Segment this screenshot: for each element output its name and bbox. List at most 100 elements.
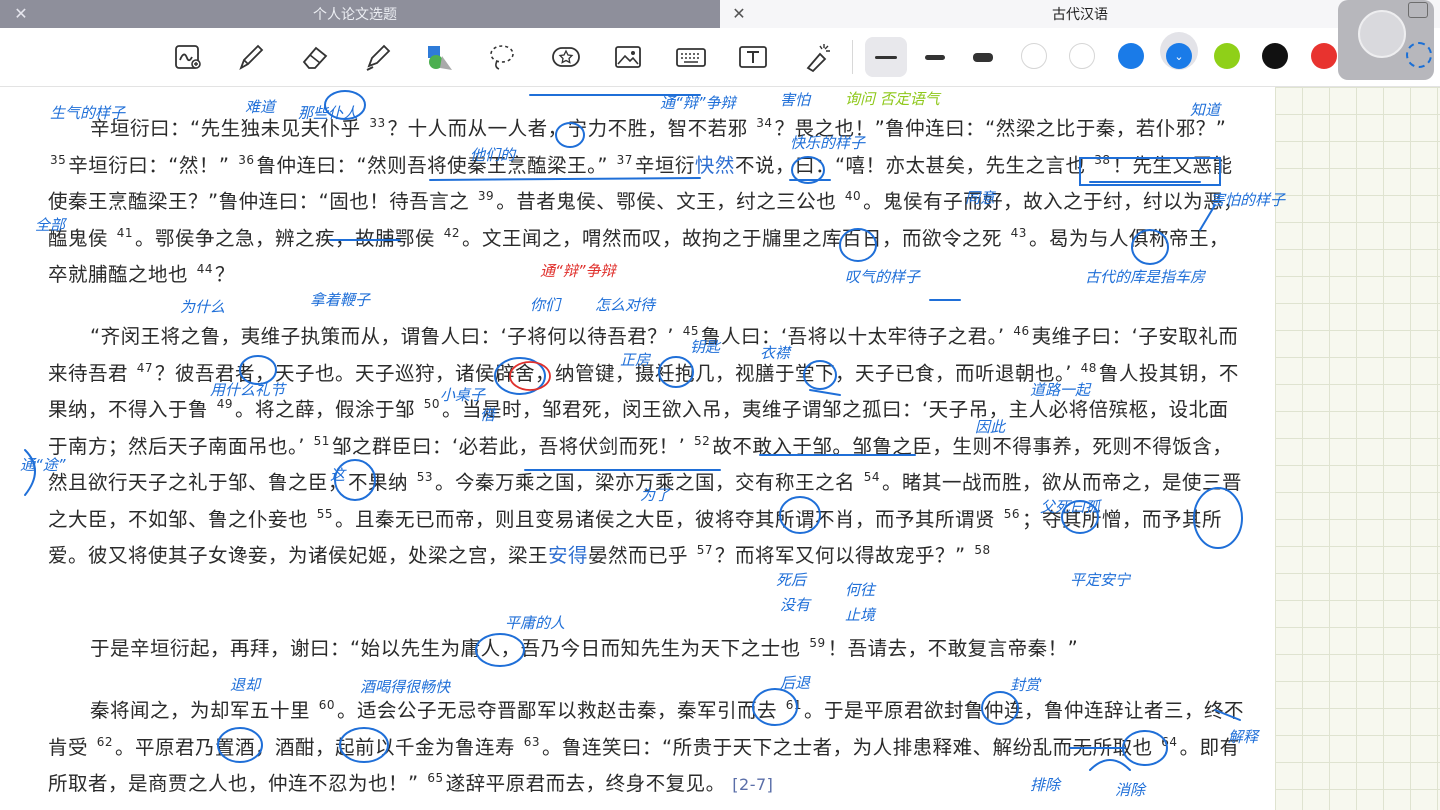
eraser-icon[interactable] <box>295 37 335 77</box>
pen-size-medium[interactable] <box>914 37 956 77</box>
assistive-touch-icon[interactable] <box>1358 10 1406 58</box>
tab-bar: ✕ 个人论文选题 ✕ 古代汉语 <box>0 0 1440 28</box>
color-swatch-blue-selected[interactable]: ⌄ <box>1166 43 1192 69</box>
tab-title: 个人论文选题 <box>313 7 397 23</box>
color-swatch-black[interactable] <box>1262 43 1288 69</box>
footnote-ref[interactable]: 46 <box>1013 324 1029 338</box>
text: 。适会公子无忌夺晋鄙军以救赵击秦，秦军引而去 <box>336 699 784 722</box>
footnote-ref[interactable]: 50 <box>424 397 440 411</box>
paragraph-3: 于是辛垣衍起，再拜，谢曰：“始以先生为庸人，吾乃今日而知先生为天下之士也 59！… <box>48 631 1248 668</box>
footnote-ref[interactable]: 49 <box>217 397 233 411</box>
text: ？十人而从一人者，宁力不胜，智不若邪 <box>387 117 755 140</box>
tab-ancient-chinese[interactable]: ✕ 古代汉语 <box>720 0 1440 28</box>
color-swatch-red[interactable] <box>1311 43 1337 69</box>
image-icon[interactable] <box>608 37 648 77</box>
footnote-ref[interactable]: 52 <box>694 434 710 448</box>
shapes-icon[interactable] <box>419 37 459 77</box>
text: 。且秦无已而帝，则且变易诸侯之大臣，彼将夺其所谓不肖，而予其所谓贤 <box>334 507 1002 531</box>
text: 鲁仲连曰：“然则吾将使秦王烹醢梁王。” <box>256 153 615 177</box>
text: 辛垣衍曰：“然！” <box>68 153 237 177</box>
text: 。将之薛，假涂于邹 <box>234 398 422 421</box>
footnote-ref[interactable]: 43 <box>1011 226 1027 240</box>
text: 不说，曰：“嘻！亦太甚矣，先生之言也 <box>734 153 1093 177</box>
text: 。鄂侯争之急，辨之疾，故脯鄂侯 <box>134 226 442 250</box>
footnote-ref[interactable]: 64 <box>1161 735 1177 749</box>
text: ！吾请去，不敢复言帝秦！” <box>827 637 1079 660</box>
text: “齐闵王将之鲁，夷维子执策而从，谓鲁人曰：‘子将何以待吾君？’ <box>90 325 681 348</box>
text: 晏然而已乎 <box>588 544 695 567</box>
sticker-icon[interactable] <box>546 37 586 77</box>
text: 秦将闻之，为却军五十里 <box>90 699 317 722</box>
text: ？彼吾君者，天子也。天子巡狩，诸侯辟舍，纳管键，摄衽抱几，视膳于堂下，天子已食，… <box>154 361 1079 385</box>
text: 辛垣衍 <box>634 153 695 177</box>
highlighted-word: 安得 <box>548 544 589 567</box>
footnote-ref[interactable]: 35 <box>50 153 66 167</box>
footnote-ref[interactable]: 61 <box>786 698 802 712</box>
paragraph-1: 辛垣衍曰：“先生独未见夫仆乎 33 ？十人而从一人者，宁力不胜，智不若邪 34 ？畏… <box>48 111 1248 294</box>
text: 辛垣衍曰：“先生独未见夫仆乎 <box>90 117 368 140</box>
toolbar-separator <box>852 40 853 74</box>
pen-icon[interactable] <box>231 37 271 77</box>
paragraph-2: “齐闵王将之鲁，夷维子执策而从，谓鲁人曰：‘子将何以待吾君？’ 45 鲁人曰：‘吾… <box>48 319 1248 575</box>
keyboard-icon[interactable] <box>671 37 711 77</box>
color-swatch-blue[interactable] <box>1118 43 1144 69</box>
pen-size-thin[interactable] <box>865 37 907 77</box>
footnote-ref[interactable]: 57 <box>697 543 713 557</box>
lasso-handwriting-icon[interactable] <box>168 37 208 77</box>
text: 鲁人曰：‘吾将以十太牢待子之君。’ <box>700 325 1012 348</box>
text: ？ <box>214 263 235 286</box>
highlighted-word: 快然 <box>694 153 735 177</box>
footnote-ref[interactable]: 53 <box>417 470 433 484</box>
text: 。鲁连笑曰：“所贵于天下之士者，为人排患释难、解纷乱而无所取也 <box>541 735 1160 759</box>
split-view-icon[interactable] <box>1408 2 1428 18</box>
footnote-ref[interactable]: 56 <box>1004 507 1020 521</box>
lasso-icon[interactable] <box>482 37 522 77</box>
color-swatch-white[interactable] <box>1021 43 1047 69</box>
footnote-ref[interactable]: 54 <box>864 470 880 484</box>
text: 遂辞平原君而去，终身不复见。 <box>445 772 733 795</box>
add-color-icon[interactable] <box>1406 42 1432 68</box>
highlighter-icon[interactable] <box>358 37 398 77</box>
footnote-ref[interactable]: 63 <box>524 735 540 749</box>
footnote-ref[interactable]: 40 <box>845 189 861 203</box>
footnote-ref[interactable]: 44 <box>197 262 213 276</box>
footnote-ref[interactable]: 58 <box>974 543 990 557</box>
text: 。昔者鬼侯、鄂侯、文王，纣之三公也 <box>496 190 843 213</box>
footnote-ref[interactable]: 41 <box>117 226 133 240</box>
laser-pointer-icon[interactable] <box>797 37 837 77</box>
footnote-ref[interactable]: 42 <box>444 226 460 240</box>
footnote-ref[interactable]: 62 <box>97 735 113 749</box>
assistive-touch-overlay[interactable] <box>1338 0 1434 80</box>
footnote-ref[interactable]: 55 <box>317 507 333 521</box>
text: 。今秦万乘之国，梁亦万乘之国，交有称王之名 <box>434 471 862 494</box>
grid-paper-margin[interactable] <box>1275 87 1440 810</box>
chevron-down-icon: ⌄ <box>1174 49 1184 63</box>
pen-size-thick[interactable] <box>962 37 1004 77</box>
footnote-ref[interactable]: 51 <box>314 434 330 448</box>
text: 。平原君乃置酒，酒酣，起前以千金为鲁连寿 <box>114 735 522 759</box>
footnote-ref[interactable]: 39 <box>478 189 494 203</box>
footnote-ref[interactable]: 45 <box>683 324 699 338</box>
footnote-ref[interactable]: 59 <box>809 636 825 650</box>
source-reference[interactable]: [2-7] <box>732 775 773 794</box>
footnote-ref[interactable]: 33 <box>369 116 385 130</box>
tab-personal-thesis[interactable]: ✕ 个人论文选题 <box>0 0 720 28</box>
text-box-icon[interactable] <box>733 37 773 77</box>
footnote-ref[interactable]: 37 <box>617 153 633 167</box>
document-page[interactable]: 辛垣衍曰：“先生独未见夫仆乎 33 ？十人而从一人者，宁力不胜，智不若邪 34 ？畏… <box>0 87 1275 810</box>
footnote-ref[interactable]: 38 <box>1094 153 1110 167</box>
text: 邹之群臣曰：‘必若此，吾将伏剑而死！’ <box>331 434 693 458</box>
tab-title: 古代汉语 <box>1052 7 1108 23</box>
footnote-ref[interactable]: 36 <box>238 153 254 167</box>
footnote-ref[interactable]: 48 <box>1081 361 1097 375</box>
color-swatch-green[interactable] <box>1214 43 1240 69</box>
text: ？而将军又何以得故宠乎？” <box>715 544 973 567</box>
paragraph-4: 秦将闻之，为却军五十里 60 。适会公子无忌夺晋鄙军以救赵击秦，秦军引而去 61 。… <box>48 693 1248 804</box>
footnote-ref[interactable]: 47 <box>137 361 153 375</box>
footnote-ref[interactable]: 34 <box>756 116 772 130</box>
footnote-ref[interactable]: 60 <box>319 698 335 712</box>
text: ？畏之也！”鲁仲连曰：“然梁之比于秦，若仆邪？” <box>774 117 1227 140</box>
footnote-ref[interactable]: 65 <box>427 771 443 785</box>
text: 。文王闻之，喟然而叹，故拘之于牖里之库百日，而欲令之死 <box>461 226 1009 250</box>
color-swatch-white[interactable] <box>1069 43 1095 69</box>
